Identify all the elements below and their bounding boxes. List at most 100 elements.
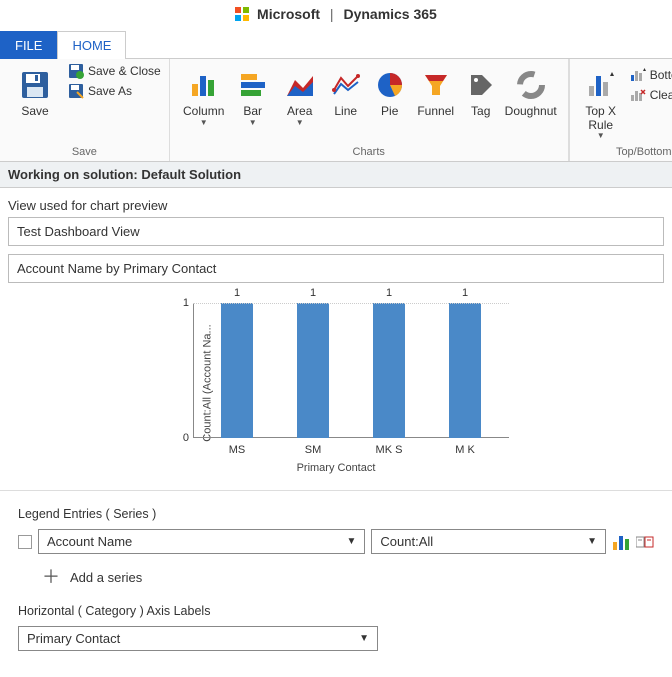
plus-icon: ＋ xyxy=(42,568,60,586)
series-chart-type-button[interactable] xyxy=(612,533,630,551)
series-aggregate-value: Count:All xyxy=(380,534,433,549)
chart-bar-value: 1 xyxy=(234,287,240,299)
chart-xtick-label: M K xyxy=(449,444,481,456)
chart-bar-value: 1 xyxy=(310,287,316,299)
chart-xtick-label: SM xyxy=(297,444,329,456)
chart-ytick-max: 1 xyxy=(183,297,189,309)
view-select-input[interactable]: Test Dashboard View xyxy=(8,217,664,246)
chart-doughnut-button[interactable]: Doughnut xyxy=(502,63,560,123)
ribbon: Save Save & Close Save As Save Column ▼ xyxy=(0,59,672,163)
area-chart-label: Area xyxy=(287,105,312,119)
chart-x-ticks: MS SM MK S M K xyxy=(193,444,509,456)
pie-chart-label: Pie xyxy=(381,105,398,119)
bottom-x-rule-label: Bottom X Rule xyxy=(650,68,672,82)
doughnut-chart-icon xyxy=(516,67,546,103)
save-as-label: Save As xyxy=(88,84,132,98)
save-as-icon xyxy=(68,83,84,99)
top-x-rule-button[interactable]: Top X Rule ▼ xyxy=(578,63,624,145)
clear-rules-icon xyxy=(630,87,646,103)
clear-rules-button[interactable]: Clear Rules xyxy=(630,87,672,103)
chart-preview: Count:All (Account Na... 1 0 1111 MSSMMK… xyxy=(8,295,664,470)
view-preview-label: View used for chart preview xyxy=(0,188,672,217)
add-series-label: Add a series xyxy=(70,570,142,585)
bottom-x-rule-button[interactable]: Bottom X Rule ▼ xyxy=(630,67,672,83)
chart-line-button[interactable]: Line xyxy=(324,63,368,123)
horizontal-axis-label: Horizontal ( Category ) Axis Labels xyxy=(18,604,654,618)
save-close-icon xyxy=(68,63,84,79)
chart-bar: 1 xyxy=(297,303,329,438)
chart-bar: 1 xyxy=(373,303,405,438)
chevron-down-icon: ▼ xyxy=(587,536,597,547)
series-aggregate-select[interactable]: Count:All ▼ xyxy=(371,529,606,554)
series-field-select[interactable]: Account Name ▼ xyxy=(38,529,365,554)
legend-entries-label: Legend Entries ( Series ) xyxy=(18,507,654,521)
series-field-value: Account Name xyxy=(47,534,132,549)
chevron-down-icon: ▼ xyxy=(249,119,257,127)
top-x-rule-label: Top X Rule xyxy=(585,105,616,133)
chart-title-input[interactable]: Account Name by Primary Contact xyxy=(8,254,664,283)
chart-plot-area: 1111 xyxy=(193,303,509,438)
chart-pie-button[interactable]: Pie xyxy=(368,63,412,123)
area-chart-icon xyxy=(285,67,315,103)
funnel-chart-icon xyxy=(421,67,451,103)
horizontal-axis-value: Primary Contact xyxy=(27,631,120,646)
brand-company: Microsoft xyxy=(257,6,320,22)
ribbon-group-charts: Column ▼ Bar ▼ Area ▼ Line Pie xyxy=(170,59,569,162)
bottom-x-rule-icon xyxy=(630,67,646,83)
ribbon-group-save-label: Save xyxy=(8,144,161,159)
chevron-down-icon: ▼ xyxy=(597,132,605,140)
line-chart-label: Line xyxy=(334,105,357,119)
chart-xtick-label: MK S xyxy=(373,444,405,456)
bar-chart-label: Bar xyxy=(243,105,262,119)
line-chart-icon xyxy=(331,67,361,103)
save-close-button[interactable]: Save & Close xyxy=(68,63,161,79)
bar-chart-icon xyxy=(238,67,268,103)
ribbon-group-save: Save Save & Close Save As Save xyxy=(0,59,170,162)
pie-chart-icon xyxy=(375,67,405,103)
chevron-down-icon: ▼ xyxy=(359,633,369,644)
chart-tag-button[interactable]: Tag xyxy=(460,63,502,123)
chart-config-panel: Legend Entries ( Series ) Account Name ▼… xyxy=(0,490,672,677)
tag-chart-icon xyxy=(466,67,496,103)
clear-rules-label: Clear Rules xyxy=(650,88,672,102)
chevron-down-icon: ▼ xyxy=(200,119,208,127)
chart-bar-button[interactable]: Bar ▼ xyxy=(230,63,276,131)
chart-bar-value: 1 xyxy=(462,287,468,299)
save-as-button[interactable]: Save As xyxy=(68,83,161,99)
chart-funnel-button[interactable]: Funnel xyxy=(412,63,460,123)
save-close-label: Save & Close xyxy=(88,64,161,78)
tab-home[interactable]: HOME xyxy=(57,31,126,59)
tag-chart-label: Tag xyxy=(471,105,490,119)
doughnut-chart-label: Doughnut xyxy=(505,105,557,119)
chart-bar: 1 xyxy=(449,303,481,438)
tab-strip: FILE HOME xyxy=(0,30,672,59)
column-chart-icon xyxy=(189,67,219,103)
series-row: Account Name ▼ Count:All ▼ xyxy=(18,529,654,554)
brand-product: Dynamics 365 xyxy=(343,6,436,22)
chart-y-ticks: 1 0 xyxy=(171,303,193,438)
tab-file[interactable]: FILE xyxy=(0,31,57,59)
chevron-down-icon: ▼ xyxy=(347,536,357,547)
ribbon-group-charts-label: Charts xyxy=(178,144,560,159)
save-button[interactable]: Save xyxy=(8,63,62,123)
microsoft-logo-icon xyxy=(235,7,249,24)
chart-x-axis-label: Primary Contact xyxy=(151,462,521,474)
chart-bar-value: 1 xyxy=(386,287,392,299)
horizontal-axis-select[interactable]: Primary Contact ▼ xyxy=(18,626,378,651)
series-options-button[interactable] xyxy=(636,533,654,551)
brand-bar: Microsoft | Dynamics 365 xyxy=(0,0,672,30)
working-on-solution-header: Working on solution: Default Solution xyxy=(0,162,672,188)
funnel-chart-label: Funnel xyxy=(417,105,454,119)
chart-xtick-label: MS xyxy=(221,444,253,456)
series-checkbox[interactable] xyxy=(18,535,32,549)
chart-column-button[interactable]: Column ▼ xyxy=(178,63,230,131)
chart-area-button[interactable]: Area ▼ xyxy=(276,63,324,131)
ribbon-group-rules: Top X Rule ▼ Bottom X Rule ▼ Clear Rules… xyxy=(570,59,672,162)
top-x-rule-icon xyxy=(586,67,616,103)
ribbon-group-rules-label: Top/Bottom Rules xyxy=(578,144,672,159)
save-icon xyxy=(20,67,50,103)
chevron-down-icon: ▼ xyxy=(296,119,304,127)
brand-divider: | xyxy=(330,6,334,22)
chart-bar: 1 xyxy=(221,303,253,438)
add-series-button[interactable]: ＋ Add a series xyxy=(42,568,654,586)
